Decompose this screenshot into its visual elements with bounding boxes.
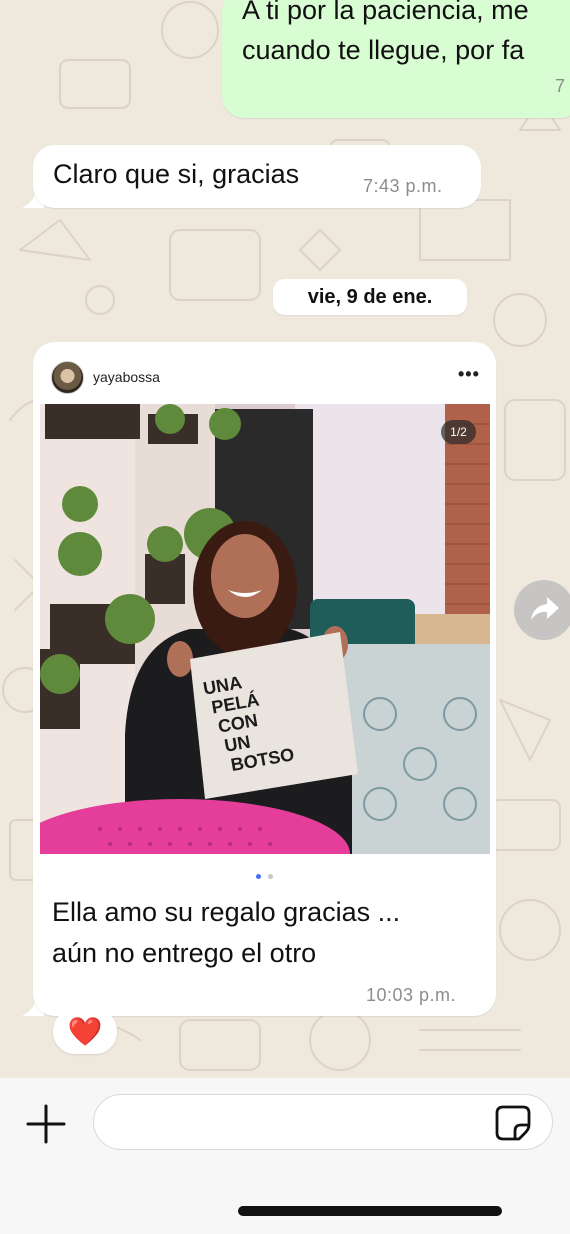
date-separator: vie, 9 de ene.: [273, 279, 467, 315]
sticker-button[interactable]: [493, 1103, 533, 1143]
sticker-icon: [495, 1105, 531, 1141]
message-line: aún no entrego el otro: [52, 938, 317, 968]
post-header: yayabossa •••: [41, 350, 488, 410]
more-horizontal-icon[interactable]: •••: [458, 364, 480, 385]
plus-icon: [26, 1104, 66, 1144]
message-text: Ella amo su regalo gracias ... aún no en…: [52, 892, 400, 974]
message-timestamp: 7:43 p.m.: [363, 176, 443, 196]
outgoing-message-bubble[interactable]: A ti por la paciencia, me cuando te lleg…: [222, 0, 570, 118]
carousel-dots: [41, 866, 488, 879]
message-timestamp: 7: [555, 76, 566, 96]
post-photo[interactable]: UNA PELÁ CON UN BOTSO 1/2: [40, 404, 490, 854]
message-timestamp: 10:03 p.m.: [366, 985, 457, 1005]
message-input-container[interactable]: [93, 1094, 553, 1150]
message-text: A ti por la paciencia, me cuando te lleg…: [242, 0, 529, 70]
carousel-dot: [267, 874, 273, 879]
message-line: A ti por la paciencia, me: [242, 0, 529, 25]
home-indicator: [238, 1206, 502, 1216]
photo-illustration: UNA PELÁ CON UN BOTSO: [40, 404, 490, 854]
forward-button[interactable]: [514, 580, 570, 640]
heart-reaction[interactable]: ❤️: [53, 1009, 117, 1054]
forward-arrow-icon: [531, 597, 559, 620]
message-input[interactable]: [114, 1105, 484, 1141]
image-counter: 1/2: [441, 420, 476, 444]
post-username: yayabossa: [93, 369, 160, 385]
incoming-post-bubble[interactable]: yayabossa ••• UNA PELÁ CON UN BOTSO 1/2 …: [33, 342, 496, 1016]
message-line: cuando te llegue, por fa: [242, 35, 525, 65]
message-line: Ella amo su regalo gracias ...: [52, 897, 401, 927]
carousel-dot-active: [256, 874, 262, 879]
attach-button[interactable]: [22, 1100, 70, 1148]
message-composer: [0, 1078, 570, 1234]
avatar: [51, 361, 84, 394]
message-text: Claro que si, gracias: [53, 159, 300, 189]
incoming-message-bubble[interactable]: Claro que si, gracias 7:43 p.m.: [33, 145, 481, 208]
instagram-post-preview[interactable]: yayabossa ••• UNA PELÁ CON UN BOTSO 1/2: [40, 350, 490, 882]
